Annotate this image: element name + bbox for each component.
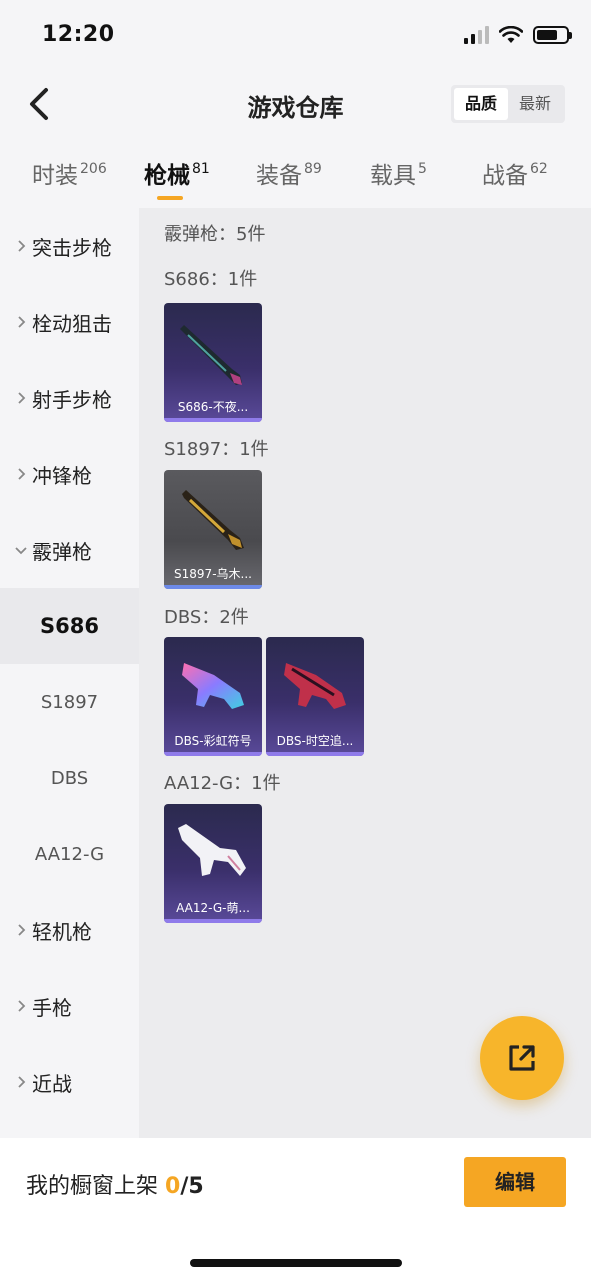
sidebar-item-marksman-rifle[interactable]: 射手步枪 (0, 360, 139, 436)
shelf-count: 0 (165, 1174, 181, 1199)
shotgun-icon (182, 663, 244, 709)
chevron-right-icon (18, 316, 26, 328)
item-card[interactable]: AA12-G-萌... (164, 804, 262, 923)
tab-count: 89 (304, 161, 322, 177)
sidebar-item-label: 霰弹枪 (32, 539, 92, 564)
tab-count: 81 (192, 161, 210, 177)
cellular-signal-icon (464, 26, 489, 44)
sort-latest-button[interactable]: 最新 (508, 88, 562, 120)
sidebar-item-shotgun[interactable]: 霰弹枪 (0, 512, 139, 588)
tab-label: 枪械 (144, 163, 190, 189)
group-header: 霰弹枪：5件 (164, 224, 266, 245)
sidebar-subitem-aa12g[interactable]: AA12-G (0, 816, 139, 892)
tab-combat-gear[interactable]: 战备 62 (482, 156, 548, 190)
section-label: AA12-G：1件 (164, 773, 281, 794)
sidebar-item-label: 近战 (32, 1071, 72, 1096)
sidebar-item-lmg[interactable]: 轻机枪 (0, 892, 139, 968)
shotgun-icon (178, 824, 246, 876)
item-card[interactable]: DBS-时空追... (266, 637, 364, 756)
section-label: DBS：2件 (164, 607, 249, 628)
tab-fashion[interactable]: 时装 206 (32, 156, 107, 190)
tab-count: 62 (530, 161, 548, 177)
rarity-bar (164, 752, 262, 756)
item-name: S1897-乌木... (174, 567, 252, 581)
sidebar-item-label: 突击步枪 (32, 235, 112, 260)
status-bar: 12:20 (0, 0, 591, 70)
sidebar-item-bolt-sniper[interactable]: 栓动狙击 (0, 284, 139, 360)
status-time: 12:20 (42, 22, 115, 47)
item-grid-panel: 霰弹枪：5件 S686：1件 S686-不夜... S1897：1件 S1897… (139, 208, 591, 1138)
tab-label: 装备 (256, 163, 302, 189)
section-label: S686：1件 (164, 269, 258, 290)
tab-vehicles[interactable]: 载具 5 (370, 156, 427, 190)
sidebar-item-label: 射手步枪 (32, 387, 112, 412)
chevron-right-icon (18, 240, 26, 252)
sort-toggle: 品质 最新 (451, 85, 565, 123)
chevron-right-icon (18, 924, 26, 936)
wifi-icon (499, 26, 523, 43)
status-icons (464, 26, 572, 44)
battery-icon (533, 26, 572, 44)
tab-active-indicator (157, 196, 183, 200)
sidebar-subitem-s1897[interactable]: S1897 (0, 664, 139, 740)
item-name: DBS-彩虹符号 (174, 734, 252, 748)
sort-quality-button[interactable]: 品质 (454, 88, 508, 120)
sidebar-item-assault-rifle[interactable]: 突击步枪 (0, 208, 139, 284)
section-label: S1897：1件 (164, 439, 269, 460)
sidebar-item-label: 手枪 (32, 995, 72, 1020)
rarity-bar (164, 919, 262, 923)
shelf-total: /5 (180, 1174, 204, 1199)
sidebar-item-melee[interactable]: 近战 (0, 1044, 139, 1120)
chevron-right-icon (18, 1000, 26, 1012)
chevron-right-icon (18, 1076, 26, 1088)
shelf-label: 我的橱窗上架 (26, 1174, 159, 1199)
item-card[interactable]: S686-不夜... (164, 303, 262, 422)
tab-firearms[interactable]: 枪械 81 (144, 156, 210, 200)
edit-button[interactable]: 编辑 (464, 1157, 566, 1207)
sidebar-item-label: 冲锋枪 (32, 463, 92, 488)
share-icon (509, 1045, 535, 1071)
sidebar-item-label: 栓动狙击 (32, 311, 112, 336)
sidebar-item-label: 轻机枪 (32, 919, 92, 944)
tab-label: 战备 (482, 163, 528, 189)
item-card[interactable]: DBS-彩虹符号 (164, 637, 262, 756)
item-name: S686-不夜... (177, 400, 249, 414)
tab-label: 载具 (370, 163, 416, 189)
bottom-bar: 我的橱窗上架 0/5 编辑 (0, 1138, 591, 1280)
rarity-bar (164, 418, 262, 422)
item-name: AA12-G-萌... (176, 901, 250, 915)
chevron-right-icon (18, 392, 26, 404)
shelf-status: 我的橱窗上架 0/5 (26, 1168, 204, 1200)
tab-label: 时装 (32, 163, 78, 189)
shotgun-icon (182, 490, 244, 550)
category-tabs: 时装 206 枪械 81 装备 89 载具 5 战备 62 (0, 150, 591, 208)
item-name: DBS-时空追... (276, 734, 354, 748)
chevron-down-icon (15, 547, 27, 555)
tab-equipment[interactable]: 装备 89 (256, 156, 322, 190)
sidebar-item-pistol[interactable]: 手枪 (0, 968, 139, 1044)
share-fab-button[interactable] (480, 1016, 564, 1100)
rarity-bar (266, 752, 364, 756)
tab-count: 206 (80, 161, 107, 177)
sidebar-subitem-s686[interactable]: S686 (0, 588, 139, 664)
item-card[interactable]: S1897-乌木... (164, 470, 262, 589)
nav-bar: 游戏仓库 品质 最新 (0, 70, 591, 140)
shotgun-icon (180, 325, 242, 385)
chevron-right-icon (18, 468, 26, 480)
tab-count: 5 (418, 161, 427, 177)
sidebar-subitem-dbs[interactable]: DBS (0, 740, 139, 816)
weapon-category-sidebar: 突击步枪 栓动狙击 射手步枪 冲锋枪 霰弹枪 S686 S1897 DBS AA… (0, 208, 139, 1138)
sidebar-item-smg[interactable]: 冲锋枪 (0, 436, 139, 512)
home-indicator (190, 1259, 402, 1267)
shotgun-icon (284, 663, 346, 709)
rarity-bar (164, 585, 262, 589)
